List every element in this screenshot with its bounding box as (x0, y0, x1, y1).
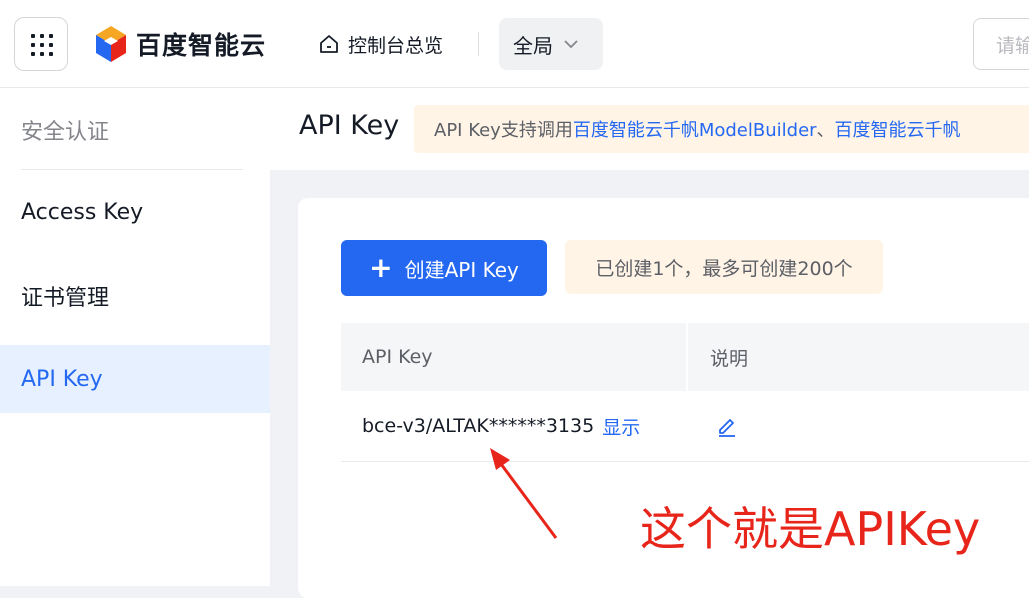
quota-tip-text: 已创建1个，最多可创建200个 (595, 257, 853, 280)
sidebar-item-api-key[interactable]: API Key (0, 345, 270, 413)
create-api-key-label: 创建API Key (404, 257, 519, 282)
page-title: API Key (299, 110, 400, 141)
create-api-key-button[interactable]: + 创建API Key (341, 240, 547, 296)
notice-separator: 、 (816, 120, 835, 141)
sidebar-title: 安全认证 (21, 120, 110, 145)
column-separator (686, 323, 688, 391)
page-header: API Key API Key支持调用 百度智能云千帆ModelBuilder、百… (270, 88, 1029, 170)
console-overview-link[interactable]: 控制台总览 (318, 30, 443, 58)
global-search-input[interactable]: 请输 (973, 18, 1029, 70)
header-divider (478, 32, 479, 56)
sidebar-item-access-key[interactable]: Access Key (0, 178, 270, 246)
chevron-down-icon (564, 40, 578, 49)
show-key-link[interactable]: 显示 (602, 413, 640, 440)
api-key-table: API Key 说明 bce-v3/ALTAK******3135 显示 (341, 323, 1029, 462)
modelbuilder-link[interactable]: 百度智能云千帆ModelBuilder (573, 116, 817, 142)
baidu-cloud-logo[interactable]: 百度智能云 (94, 24, 266, 64)
cube-logo-icon (96, 26, 126, 62)
table-header: API Key 说明 (341, 323, 1029, 391)
annotation-arrow (490, 448, 558, 539)
quota-tip: 已创建1个，最多可创建200个 (565, 240, 883, 294)
annotation-label: 这个就是APIKey (640, 502, 981, 556)
top-header: 百度智能云 控制台总览 全局 请输 (0, 0, 1029, 88)
column-header-api-key: API Key (362, 346, 433, 368)
logo-text: 百度智能云 (136, 31, 267, 60)
edit-icon[interactable] (716, 415, 738, 437)
description-cell (716, 391, 738, 461)
apps-menu-button[interactable] (14, 17, 68, 71)
notice-text: API Key支持调用 (434, 120, 573, 141)
info-notice: API Key支持调用 百度智能云千帆ModelBuilder、百度智能云千帆 (414, 105, 1029, 153)
region-select-value: 全局 (513, 33, 553, 58)
sidebar-item-certificate-management[interactable]: 证书管理 (0, 262, 270, 330)
home-icon (320, 35, 338, 53)
column-header-description: 说明 (710, 347, 749, 370)
sidebar-divider (21, 169, 243, 170)
table-row: bce-v3/ALTAK******3135 显示 (341, 391, 1029, 462)
console-overview-label: 控制台总览 (348, 34, 444, 57)
sidebar: 安全认证 Access Key 证书管理 API Key (0, 88, 270, 586)
sidebar-item-label: 证书管理 (21, 286, 110, 311)
search-placeholder: 请输 (996, 34, 1029, 57)
sidebar-item-label: Access Key (21, 199, 144, 225)
sidebar-item-label: API Key (21, 366, 103, 392)
plus-icon: + (369, 251, 393, 284)
api-key-value: bce-v3/ALTAK******3135 (362, 415, 595, 437)
qianfan-link[interactable]: 百度智能云千帆 (835, 116, 961, 142)
grid-icon (31, 34, 53, 56)
region-select[interactable]: 全局 (499, 18, 603, 70)
